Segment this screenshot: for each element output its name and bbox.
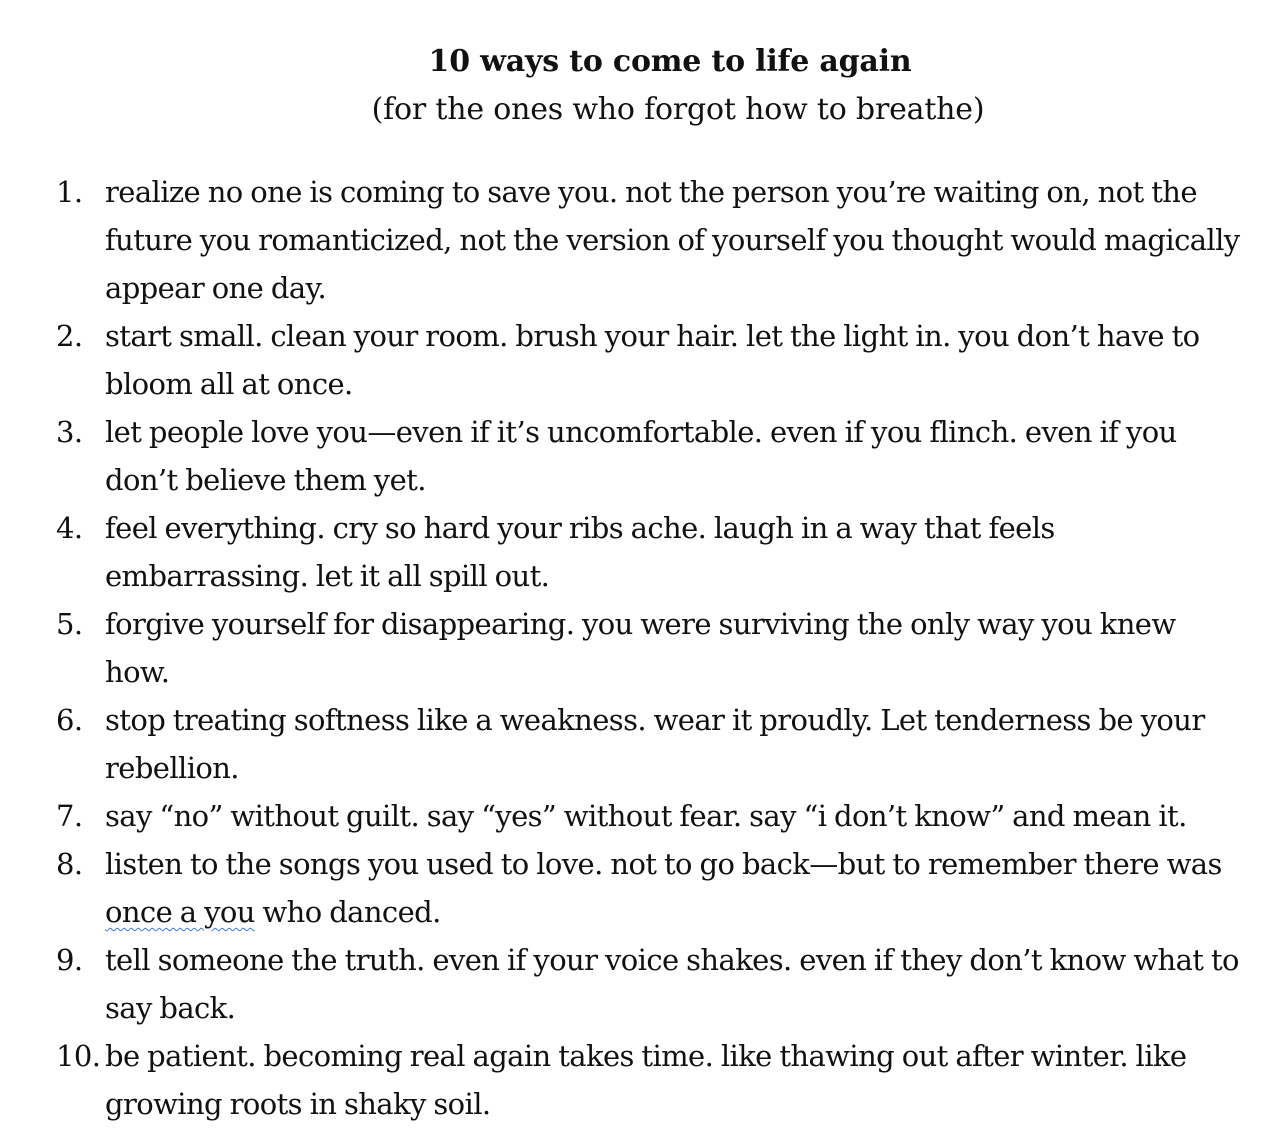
list-number: 8. — [56, 847, 83, 881]
list-item-text: forgive yourself for disappearing. you w… — [105, 607, 1176, 689]
list-item-text-before: listen to the songs you used to love. no… — [105, 847, 1222, 881]
list-item-text: stop treating softness like a weakness. … — [105, 703, 1205, 785]
list-number: 7. — [56, 799, 83, 833]
list-item: 7. say “no” without guilt. say “yes” wit… — [56, 792, 1246, 840]
list-item-text: be patient. becoming real again takes ti… — [105, 1039, 1187, 1121]
list-item-text-after: who danced. — [254, 895, 441, 929]
list-item: 4. feel everything. cry so hard your rib… — [56, 504, 1246, 600]
document-page: 10 ways to come to life again (for the o… — [0, 0, 1276, 1121]
list-number: 1. — [56, 175, 83, 209]
list-number: 2. — [56, 319, 83, 353]
list-item-text: start small. clean your room. brush your… — [105, 319, 1200, 401]
list-item-text: tell someone the truth. even if your voi… — [105, 943, 1240, 1025]
list-number: 9. — [56, 943, 83, 977]
list-item: 2. start small. clean your room. brush y… — [56, 312, 1246, 408]
list-item-text: realize no one is coming to save you. no… — [105, 175, 1240, 305]
list-item-text: feel everything. cry so hard your ribs a… — [105, 511, 1055, 593]
list-item: 10. be patient. becoming real again take… — [56, 1032, 1246, 1128]
list-number: 4. — [56, 511, 83, 545]
spellcheck-flagged-phrase[interactable]: once a you — [105, 895, 255, 929]
document-subtitle: (for the ones who forgot how to breathe) — [371, 92, 985, 127]
list-item: 3. let people love you—even if it’s unco… — [56, 408, 1246, 504]
list-item: 6. stop treating softness like a weaknes… — [56, 696, 1246, 792]
list-item-text: listen to the songs you used to love. no… — [105, 840, 1246, 936]
list-item: 1. realize no one is coming to save you.… — [56, 168, 1246, 312]
list-number: 3. — [56, 415, 83, 449]
numbered-list: 1. realize no one is coming to save you.… — [56, 168, 1246, 1128]
list-number: 10. — [56, 1039, 101, 1073]
list-item: 5. forgive yourself for disappearing. yo… — [56, 600, 1246, 696]
list-item-text: say “no” without guilt. say “yes” withou… — [105, 799, 1187, 833]
list-item: 8. listen to the songs you used to love.… — [56, 840, 1246, 936]
list-number: 6. — [56, 703, 83, 737]
document-title: 10 ways to come to life again — [428, 44, 912, 79]
list-item-text: let people love you—even if it’s uncomfo… — [105, 415, 1177, 497]
list-number: 5. — [56, 607, 83, 641]
list-item: 9. tell someone the truth. even if your … — [56, 936, 1246, 1032]
